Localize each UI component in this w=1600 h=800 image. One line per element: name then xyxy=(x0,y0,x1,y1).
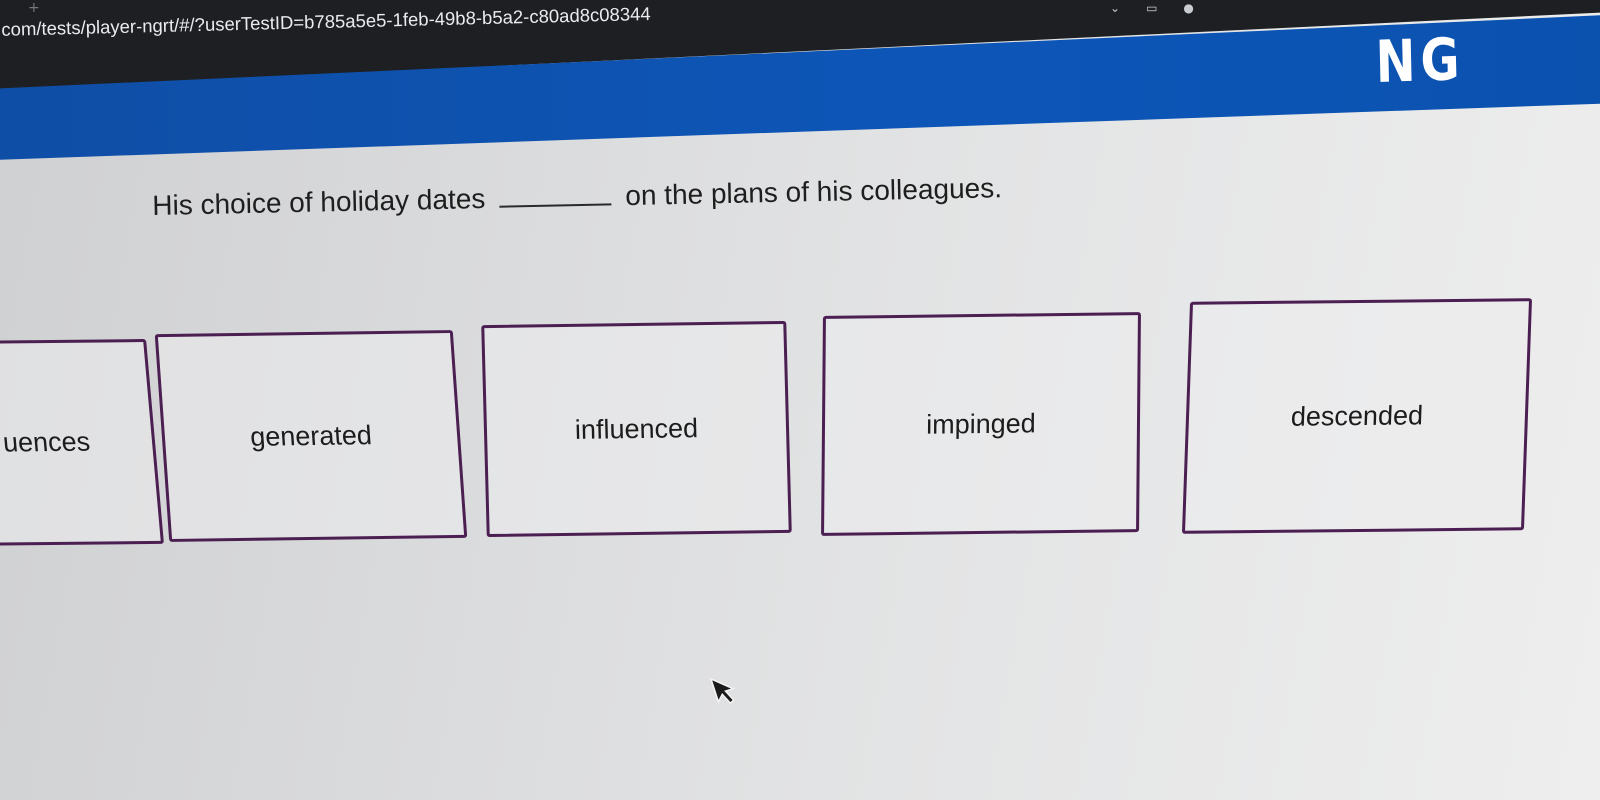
brand-logo: NG xyxy=(1375,25,1466,96)
question-before-blank: His choice of holiday dates xyxy=(152,183,486,221)
answer-option-impinged[interactable]: impinged xyxy=(821,312,1141,536)
chevron-down-icon[interactable]: ⌄ xyxy=(1110,1,1120,15)
answer-option-influenced[interactable]: influenced xyxy=(481,320,792,538)
mouse-cursor-icon xyxy=(709,677,736,705)
window-icon[interactable]: ▭ xyxy=(1146,1,1157,15)
answer-option-label: descended xyxy=(1290,399,1424,432)
answer-option-descended[interactable]: descended xyxy=(1181,298,1533,534)
answer-option-label: impinged xyxy=(926,407,1036,440)
answer-option-label: uences xyxy=(1,426,92,458)
answer-option-label: influenced xyxy=(574,412,699,445)
screen: + ⌄ ▭ ● .com/tests/player-ngrt/#/?userTe… xyxy=(0,0,1600,800)
dot-icon[interactable]: ● xyxy=(1183,1,1193,15)
answer-option-generated[interactable]: generated xyxy=(154,330,468,542)
browser-tab-controls: ⌄ ▭ ● xyxy=(1110,0,1194,16)
question-after-blank: on the plans of his colleagues. xyxy=(624,172,1003,212)
answer-option-1[interactable]: uences xyxy=(0,339,164,546)
answer-option-label: generated xyxy=(249,419,373,452)
answer-blank xyxy=(499,181,612,208)
plus-icon[interactable]: + xyxy=(28,0,40,16)
question-text: His choice of holiday dates on the plans … xyxy=(152,172,1002,222)
